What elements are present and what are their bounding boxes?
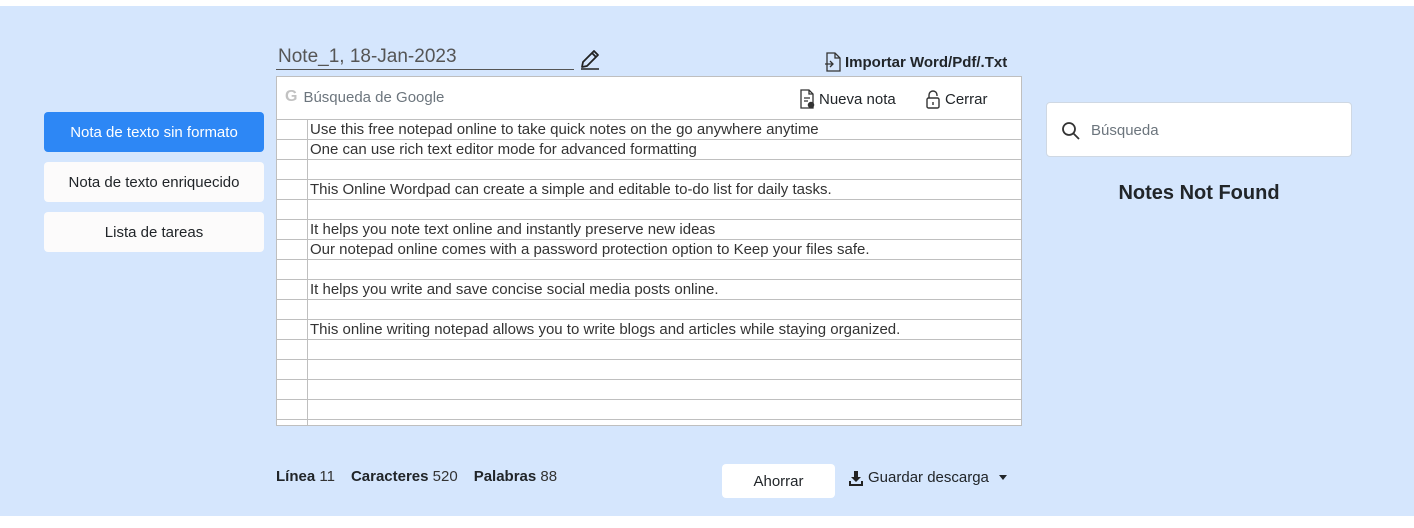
- notes-search-input[interactable]: [1091, 119, 1341, 141]
- text-line-content: It helps you note text online and instan…: [310, 221, 716, 238]
- char-count-value: 520: [432, 468, 458, 485]
- google-search-input[interactable]: [303, 88, 604, 106]
- app-background: Nota de texto sin formato Nota de texto …: [0, 6, 1414, 516]
- note-text-area[interactable]: Use this free notepad online to take qui…: [277, 120, 1021, 425]
- line-count-value: 11: [319, 468, 335, 485]
- save-button[interactable]: Ahorrar: [722, 464, 835, 498]
- text-line: One can use rich text editor mode for ad…: [277, 140, 1021, 160]
- line-count-label: Línea: [276, 468, 316, 485]
- notes-not-found-message: Notes Not Found: [1118, 182, 1280, 204]
- caret-down-icon: [998, 475, 1007, 480]
- text-line: [277, 200, 1021, 220]
- import-document-icon: [825, 52, 841, 72]
- close-lock-button[interactable]: Cerrar: [925, 89, 988, 109]
- close-label: Cerrar: [945, 90, 988, 108]
- note-stats: Línea 11 Caracteres 520 Palabras 88: [276, 468, 557, 485]
- text-line: [277, 160, 1021, 180]
- note-editor: G Nueva nota Cerrar: [276, 76, 1022, 426]
- text-line: It helps you write and save concise soci…: [277, 280, 1021, 300]
- note-title-text: Note_1, 18-Jan-2023: [278, 45, 457, 67]
- line-count: Línea 11: [276, 468, 335, 485]
- note-title-field[interactable]: Note_1, 18-Jan-2023: [276, 44, 574, 70]
- save-download-dropdown[interactable]: Guardar descarga: [848, 469, 1007, 486]
- new-note-icon: [800, 89, 815, 109]
- word-count: Palabras 88: [474, 468, 557, 485]
- mode-todo-list-button[interactable]: Lista de tareas: [44, 212, 264, 252]
- text-line: [277, 360, 1021, 380]
- char-count-label: Caracteres: [350, 468, 429, 485]
- text-line: [277, 400, 1021, 420]
- pencil-edit-icon[interactable]: [578, 47, 602, 71]
- lock-icon: [926, 90, 940, 109]
- search-icon: [1062, 122, 1080, 140]
- download-icon: [849, 470, 863, 486]
- text-line: [277, 300, 1021, 320]
- mode-todo-list-label: Lista de tareas: [104, 223, 204, 241]
- editor-toolbar: G Nueva nota Cerrar: [277, 77, 1021, 120]
- mode-rich-text-label: Nota de texto enriquecido: [68, 173, 240, 191]
- word-count-value: 88: [540, 468, 558, 485]
- import-file-link[interactable]: Importar Word/Pdf/.Txt: [824, 50, 1007, 74]
- text-line: This Online Wordpad can create a simple …: [277, 180, 1021, 200]
- text-line-content: This Online Wordpad can create a simple …: [310, 181, 832, 198]
- word-count-label: Palabras: [473, 468, 537, 485]
- new-note-button[interactable]: Nueva nota: [799, 89, 896, 109]
- mode-rich-text-button[interactable]: Nota de texto enriquecido: [44, 162, 264, 202]
- text-line: [277, 380, 1021, 400]
- save-download-label: Guardar descarga: [868, 469, 989, 486]
- notes-search-box: [1046, 102, 1352, 157]
- text-line: It helps you note text online and instan…: [277, 220, 1021, 240]
- text-line: [277, 340, 1021, 360]
- mode-plain-text-button[interactable]: Nota de texto sin formato: [44, 112, 264, 152]
- mode-plain-text-label: Nota de texto sin formato: [70, 123, 238, 141]
- char-count: Caracteres 520: [351, 468, 458, 485]
- text-line: [277, 420, 1021, 425]
- line-gutter-divider: [307, 120, 308, 425]
- text-line-content: This online writing notepad allows you t…: [310, 321, 901, 338]
- text-line-content: One can use rich text editor mode for ad…: [310, 141, 697, 158]
- google-search: G: [285, 88, 604, 106]
- text-line-content: It helps you write and save concise soci…: [310, 281, 719, 298]
- text-line-content: Use this free notepad online to take qui…: [310, 121, 819, 138]
- google-g-icon: G: [285, 88, 298, 105]
- import-file-label: Importar Word/Pdf/.Txt: [845, 53, 1008, 71]
- new-note-label: Nueva nota: [819, 90, 896, 108]
- text-line-content: Our notepad online comes with a password…: [310, 241, 870, 258]
- text-line: This online writing notepad allows you t…: [277, 320, 1021, 340]
- text-line: [277, 260, 1021, 280]
- text-line: Use this free notepad online to take qui…: [277, 120, 1021, 140]
- text-line: Our notepad online comes with a password…: [277, 240, 1021, 260]
